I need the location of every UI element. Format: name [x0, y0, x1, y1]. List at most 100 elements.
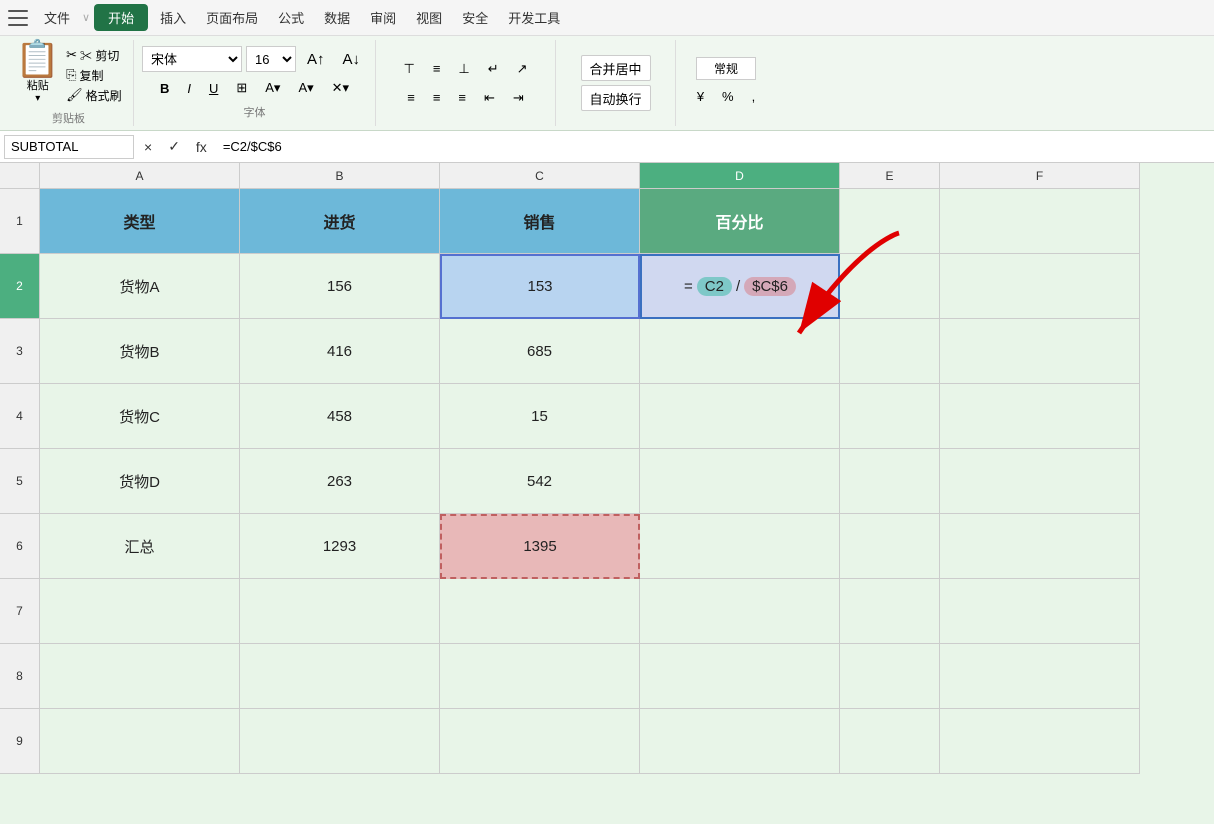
currency-btn[interactable]: ¥	[690, 84, 711, 110]
cell-F9[interactable]	[940, 709, 1140, 774]
cell-D1[interactable]: 百分比	[640, 189, 840, 254]
cell-C8[interactable]	[440, 644, 640, 709]
col-header-C[interactable]: C	[440, 163, 640, 189]
cell-B9[interactable]	[240, 709, 440, 774]
row-header-7[interactable]: 7	[0, 579, 40, 644]
italic-button[interactable]: I	[180, 75, 198, 101]
cell-F6[interactable]	[940, 514, 1140, 579]
cell-A7[interactable]	[40, 579, 240, 644]
insert-function-btn[interactable]: fx	[190, 137, 213, 157]
cancel-formula-btn[interactable]: ×	[138, 137, 158, 157]
cell-E6[interactable]	[840, 514, 940, 579]
format-painter-button[interactable]: 🖌 格式刷	[66, 87, 122, 104]
formula-input[interactable]	[217, 135, 1210, 159]
cell-D6[interactable]	[640, 514, 840, 579]
cell-C5[interactable]: 542	[440, 449, 640, 514]
row-header-8[interactable]: 8	[0, 644, 40, 709]
font-decrease-btn[interactable]: A↓	[336, 46, 368, 72]
cell-D3[interactable]	[640, 319, 840, 384]
text-rotate-btn[interactable]: ↗	[510, 56, 535, 82]
menu-data[interactable]: 数据	[316, 4, 358, 31]
cell-B6[interactable]: 1293	[240, 514, 440, 579]
cell-B7[interactable]	[240, 579, 440, 644]
cell-C9[interactable]	[440, 709, 640, 774]
row-header-2[interactable]: 2	[0, 254, 40, 319]
cell-E9[interactable]	[840, 709, 940, 774]
cell-A3[interactable]: 货物B	[40, 319, 240, 384]
align-middle-btn[interactable]: ≡	[426, 56, 448, 82]
col-header-B[interactable]: B	[240, 163, 440, 189]
cell-F3[interactable]	[940, 319, 1140, 384]
cell-E1[interactable]	[840, 189, 940, 254]
cell-A8[interactable]	[40, 644, 240, 709]
menu-home[interactable]: 开始	[94, 4, 148, 31]
wrap-text-btn[interactable]: ↵	[481, 56, 506, 82]
col-header-F[interactable]: F	[940, 163, 1140, 189]
align-right-btn[interactable]: ≡	[451, 85, 473, 111]
cell-B5[interactable]: 263	[240, 449, 440, 514]
cell-F8[interactable]	[940, 644, 1140, 709]
cell-D8[interactable]	[640, 644, 840, 709]
font-name-select[interactable]: 宋体	[142, 46, 242, 72]
comma-btn[interactable]: ,	[745, 84, 763, 110]
col-header-D[interactable]: D	[640, 163, 840, 189]
auto-wrap-button[interactable]: 自动换行	[581, 85, 651, 111]
cell-D4[interactable]	[640, 384, 840, 449]
cell-C6[interactable]: 1395	[440, 514, 640, 579]
bold-button[interactable]: B	[153, 75, 176, 101]
cell-E7[interactable]	[840, 579, 940, 644]
menu-file[interactable]: 文件	[36, 4, 78, 31]
border-button[interactable]: ⊞	[229, 75, 254, 101]
cell-A9[interactable]	[40, 709, 240, 774]
cell-F1[interactable]	[940, 189, 1140, 254]
cell-B8[interactable]	[240, 644, 440, 709]
cell-E5[interactable]	[840, 449, 940, 514]
cell-D7[interactable]	[640, 579, 840, 644]
align-top-btn[interactable]: ⊤	[397, 56, 422, 82]
cell-A5[interactable]: 货物D	[40, 449, 240, 514]
cell-E8[interactable]	[840, 644, 940, 709]
clear-format-button[interactable]: ✕▾	[325, 75, 356, 101]
cell-F4[interactable]	[940, 384, 1140, 449]
font-increase-btn[interactable]: A↑	[300, 46, 332, 72]
percent-btn[interactable]: %	[715, 84, 741, 110]
cell-reference-box[interactable]: SUBTOTAL	[4, 135, 134, 159]
menu-insert[interactable]: 插入	[152, 4, 194, 31]
cell-A1[interactable]: 类型	[40, 189, 240, 254]
menu-security[interactable]: 安全	[454, 4, 496, 31]
cell-F7[interactable]	[940, 579, 1140, 644]
row-header-1[interactable]: 1	[0, 189, 40, 254]
cell-E4[interactable]	[840, 384, 940, 449]
cell-B1[interactable]: 进货	[240, 189, 440, 254]
cell-E2[interactable]	[840, 254, 940, 319]
cell-C2[interactable]: 153	[440, 254, 640, 319]
merge-cells-button[interactable]: 合并居中	[581, 55, 651, 81]
cell-F2[interactable]	[940, 254, 1140, 319]
col-header-A[interactable]: A	[40, 163, 240, 189]
row-header-9[interactable]: 9	[0, 709, 40, 774]
paste-button[interactable]: 📋 粘贴 ▾	[15, 41, 60, 104]
menu-page-layout[interactable]: 页面布局	[198, 4, 266, 31]
cell-C1[interactable]: 销售	[440, 189, 640, 254]
menu-formula[interactable]: 公式	[270, 4, 312, 31]
number-format-badge[interactable]: 常规	[696, 57, 756, 80]
cell-A2[interactable]: 货物A	[40, 254, 240, 319]
cell-E3[interactable]	[840, 319, 940, 384]
underline-button[interactable]: U	[202, 75, 225, 101]
cut-button[interactable]: ✂ ✂ 剪切	[66, 47, 122, 64]
col-header-E[interactable]: E	[840, 163, 940, 189]
cell-D9[interactable]	[640, 709, 840, 774]
row-header-4[interactable]: 4	[0, 384, 40, 449]
cell-B2[interactable]: 156	[240, 254, 440, 319]
menu-view[interactable]: 视图	[408, 4, 450, 31]
cell-B3[interactable]: 416	[240, 319, 440, 384]
cell-A4[interactable]: 货物C	[40, 384, 240, 449]
fill-color-button[interactable]: A▾	[258, 75, 287, 101]
cell-D2[interactable]: = C2 / $C$6	[640, 254, 840, 319]
cell-B4[interactable]: 458	[240, 384, 440, 449]
cell-C3[interactable]: 685	[440, 319, 640, 384]
align-bottom-btn[interactable]: ⊥	[451, 56, 476, 82]
copy-button[interactable]: ⎘ 复制	[66, 67, 122, 84]
cell-A6[interactable]: 汇总	[40, 514, 240, 579]
font-size-select[interactable]: 16	[246, 46, 296, 72]
